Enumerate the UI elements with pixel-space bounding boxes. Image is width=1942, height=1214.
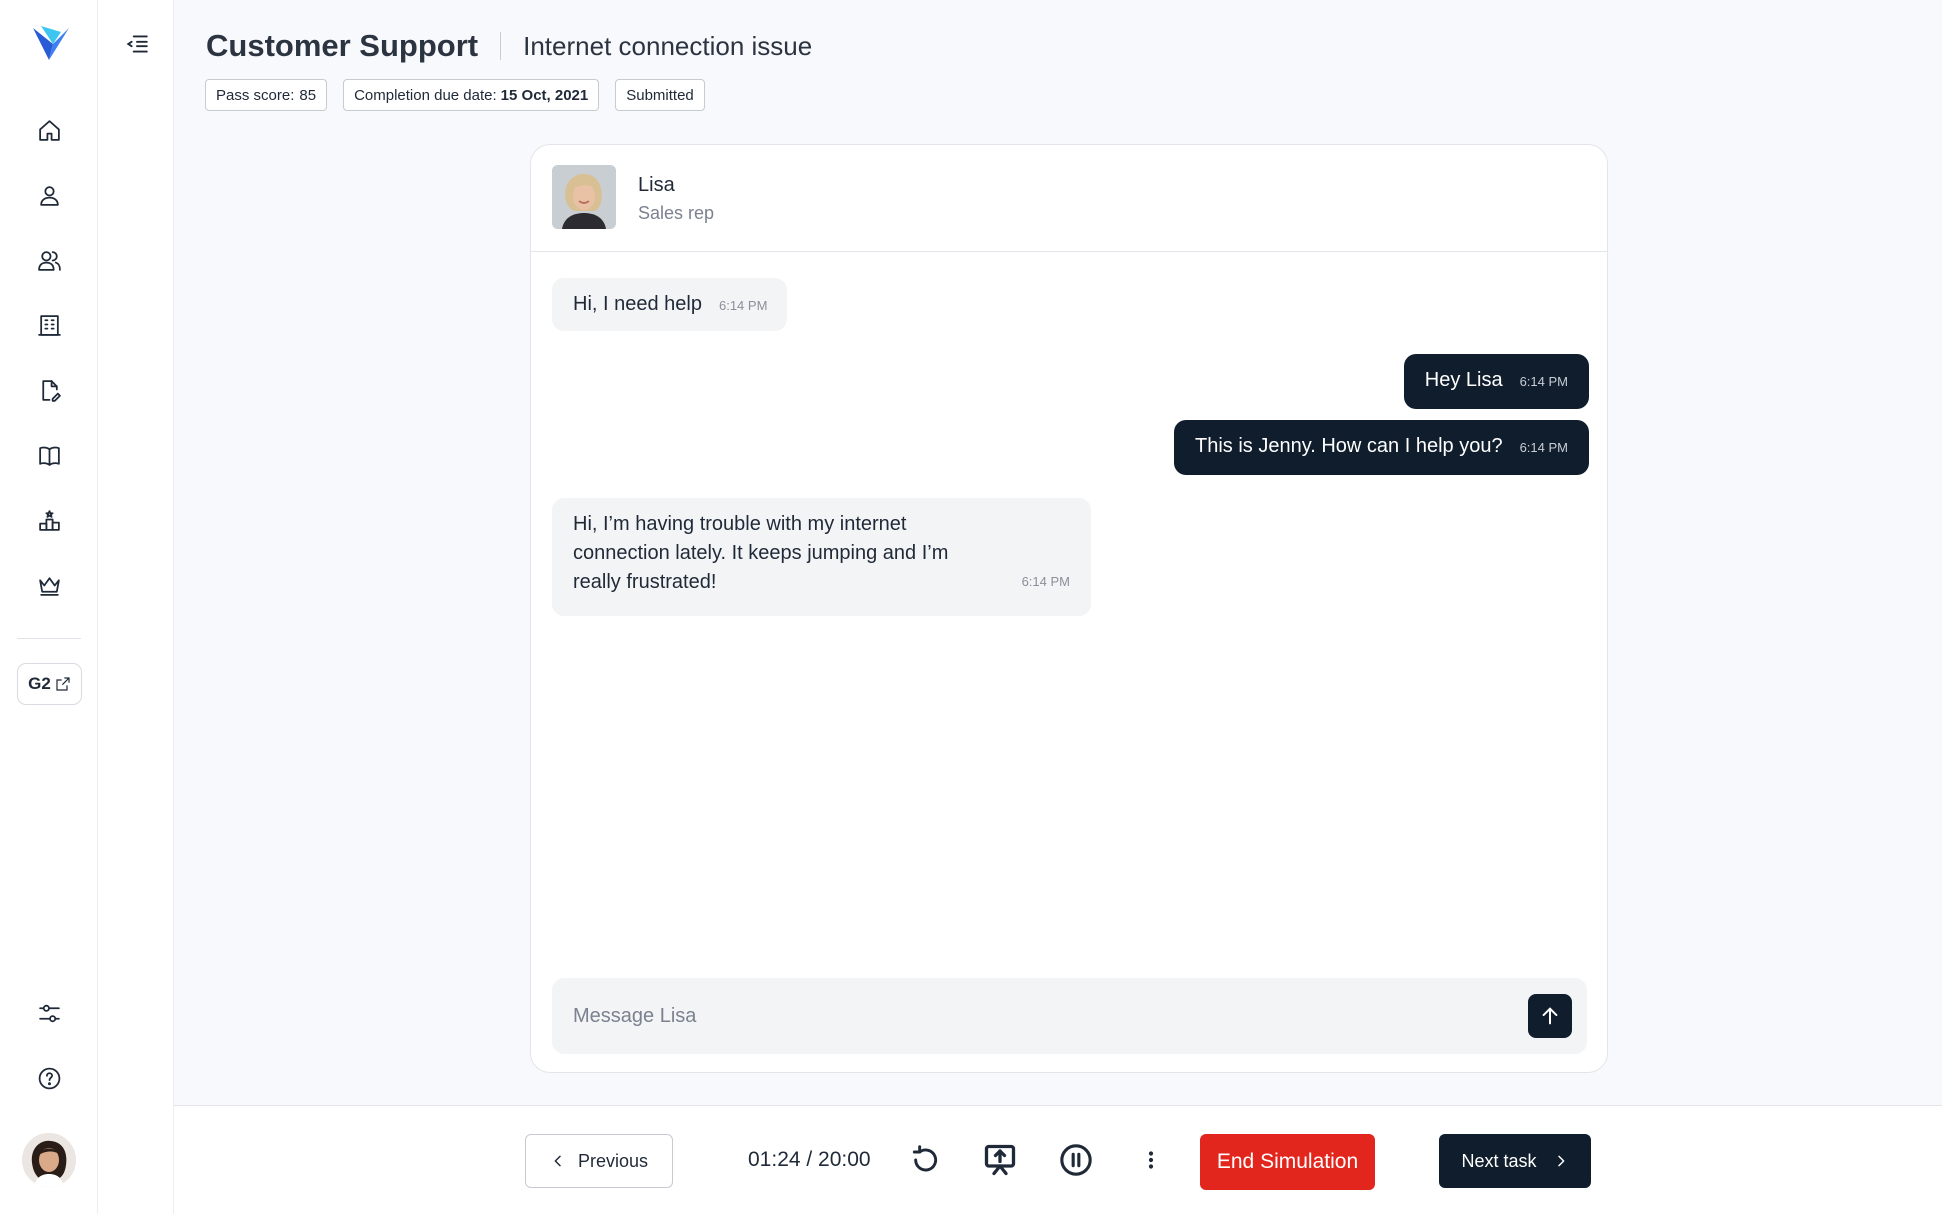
restart-icon [912,1145,938,1172]
previous-label: Previous [577,1150,649,1171]
simulation-timer: 01:24 / 20:00 [748,1148,871,1171]
rail-divider [17,638,81,639]
more-options-button[interactable] [1131,1140,1171,1180]
more-vertical-icon [1148,1151,1154,1169]
next-task-button[interactable]: Next task [1439,1134,1591,1188]
leaderboard-icon[interactable] [33,504,65,536]
users-icon[interactable] [33,244,65,276]
left-nav-rail: G2 [0,0,98,1214]
page-title: Customer Support [206,28,479,63]
pause-button[interactable] [1056,1140,1096,1180]
message-input[interactable] [573,996,1493,1036]
pass-score-value: 85 [299,86,317,104]
message-composer [552,978,1587,1054]
message-time: 6:14 PM [1519,440,1568,455]
send-button[interactable] [1528,994,1572,1038]
pass-score-badge: Pass score: 85 [205,79,328,111]
sliders-icon[interactable] [33,997,65,1029]
menu-collapse-icon [126,35,148,53]
pass-score-label: Pass score: [216,86,295,104]
pause-icon [1060,1144,1092,1176]
status-label: Submitted [626,86,694,104]
user-avatar[interactable] [22,1133,76,1187]
end-simulation-button[interactable]: End Simulation [1200,1134,1375,1190]
due-date-badge: Completion due date: 15 Oct, 2021 [343,79,600,111]
g2-label: G2 [28,674,51,693]
building-icon[interactable] [33,309,65,341]
help-icon[interactable] [33,1062,65,1094]
message-text: This is Jenny. How can I help you? [1195,435,1503,457]
page-header: Customer Support Internet connection iss… [206,28,812,64]
previous-button[interactable]: Previous [525,1134,673,1188]
message-text: Hi, I need help [573,293,702,315]
message-text: Hey Lisa [1424,369,1503,391]
user-icon[interactable] [33,179,65,211]
message-time: 6:14 PM [718,298,768,313]
secondary-column [98,0,174,1214]
message-outgoing: This is Jenny. How can I help you? 6:14 P… [1174,420,1589,475]
file-edit-icon[interactable] [33,374,65,406]
due-date-label: Completion due date: [354,86,497,104]
crown-icon[interactable] [33,569,65,601]
home-icon[interactable] [33,114,65,146]
chat-panel: Lisa Sales rep Hi, I need help 6:14 PM He… [530,144,1608,1073]
message-incoming: Hi, I need help 6:14 PM [552,278,788,331]
message-outgoing: Hey Lisa 6:14 PM [1403,354,1589,409]
g2-external-button[interactable]: G2 [17,663,82,705]
screen-share-icon [984,1144,1016,1176]
book-icon[interactable] [33,439,65,471]
arrow-up-icon [1542,1007,1558,1025]
title-separator [500,32,502,60]
chevron-left-icon [554,1155,561,1167]
message-time: 6:14 PM [1021,574,1070,589]
message-incoming: Hi, I’m having trouble with my internet … [552,498,1091,616]
contact-name: Lisa [638,174,675,196]
message-text: Hi, I’m having trouble with my internet … [573,513,949,593]
simulation-controls: Previous 01:24 / 20:00 End Simulation Ne… [174,1105,1942,1214]
collapse-menu-button[interactable] [122,30,152,58]
message-time: 6:14 PM [1519,374,1568,389]
page-subtitle: Internet connection issue [523,30,813,61]
external-link-icon [56,677,70,691]
share-screen-button[interactable] [980,1140,1020,1180]
task-badges: Pass score: 85 Completion due date: 15 O… [205,79,705,111]
next-task-label: Next task [1461,1150,1537,1171]
chat-header: Lisa Sales rep [531,145,1607,252]
contact-avatar [552,165,616,229]
restart-button[interactable] [905,1140,945,1180]
app-logo[interactable] [31,22,71,62]
due-date-value: 15 Oct, 2021 [500,86,589,104]
contact-role: Sales rep [638,203,715,223]
chevron-right-icon [1557,1155,1564,1167]
status-badge: Submitted [615,79,705,111]
